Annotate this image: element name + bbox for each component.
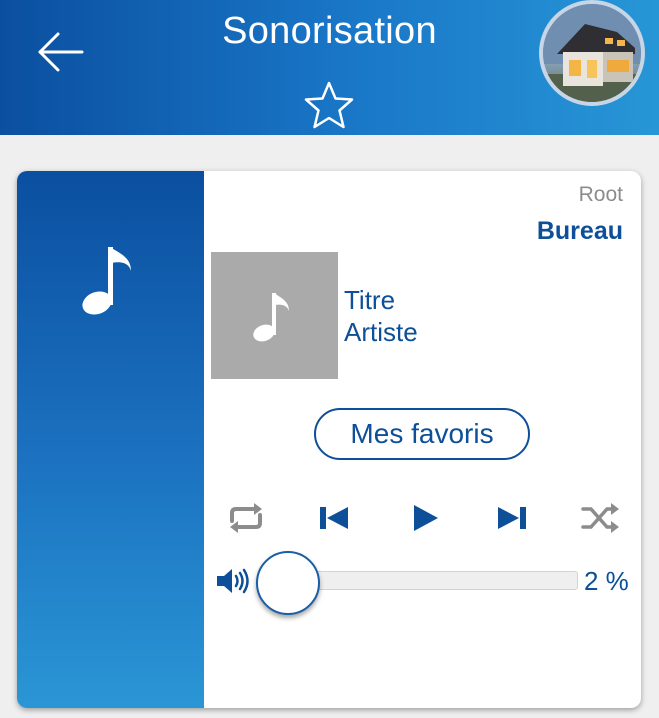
header-bar: Sonorisation [0, 0, 659, 135]
speaker-icon [217, 568, 249, 594]
player-card: Root Bureau Titre Artiste Mes favoris 2 … [17, 171, 641, 708]
volume-slider-handle[interactable] [256, 551, 320, 615]
music-note-icon [253, 293, 289, 342]
play-button[interactable] [401, 499, 447, 537]
volume-button[interactable] [215, 567, 251, 595]
star-outline-icon [304, 81, 354, 129]
album-art [211, 252, 338, 379]
music-note-icon [82, 247, 131, 315]
track-artist: Artiste [344, 317, 418, 347]
track-title: Titre [344, 285, 396, 315]
shuffle-icon [581, 503, 619, 533]
previous-button[interactable] [311, 499, 357, 537]
play-icon [414, 505, 438, 531]
room-name: Bureau [536, 217, 623, 245]
home-avatar[interactable] [539, 0, 645, 106]
house-icon [543, 4, 641, 102]
source-label[interactable]: Root [579, 183, 623, 207]
repeat-icon [230, 503, 262, 533]
previous-icon [320, 507, 348, 529]
shuffle-button[interactable] [578, 499, 624, 537]
favorite-button[interactable] [303, 80, 355, 130]
favorites-button[interactable]: Mes favoris [314, 408, 530, 460]
volume-value: 2 % [584, 566, 629, 596]
next-button[interactable] [489, 499, 535, 537]
next-icon [498, 507, 526, 529]
source-panel [17, 171, 204, 708]
repeat-button[interactable] [223, 499, 269, 537]
